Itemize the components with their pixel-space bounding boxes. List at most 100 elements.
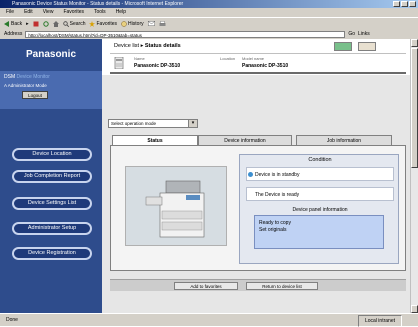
tab-status[interactable]: Status	[112, 135, 198, 145]
history-button[interactable]: History	[121, 21, 144, 27]
search-icon	[62, 20, 69, 27]
breadcrumb: Device list ▸ Status details	[114, 43, 181, 49]
address-bar: Address http://localhost/DSM/status.html…	[0, 29, 418, 39]
search-button[interactable]: Search	[62, 20, 86, 27]
condition-title: Condition	[308, 157, 332, 163]
main-content: Device list ▸ Status details Name Panaso…	[102, 39, 410, 313]
menu-help[interactable]: Help	[116, 8, 126, 17]
name-label: Name	[134, 56, 145, 61]
window-controls	[393, 1, 416, 7]
menubar: File Edit View Favorites Tools Help	[0, 8, 418, 17]
stop-icon	[33, 21, 39, 26]
forward-button[interactable]: ▸	[26, 21, 29, 27]
copier-image	[126, 167, 226, 245]
scroll-down-button[interactable]	[411, 305, 418, 313]
page-header: Device list ▸ Status details Name Panaso…	[102, 39, 410, 75]
close-button[interactable]	[409, 1, 416, 7]
browser-toolbar: Back ▸ Search Favorites History	[0, 17, 418, 29]
tab-device-information[interactable]: Device information	[198, 135, 292, 145]
search-label: Search	[69, 20, 86, 27]
menu-file[interactable]: File	[6, 8, 14, 17]
location-label: Location	[220, 56, 236, 61]
home-button[interactable]	[52, 20, 59, 27]
scroll-up-button[interactable]	[411, 39, 418, 47]
app-title: DSM Device Monitor	[4, 74, 50, 80]
operation-mode-select[interactable]: Select operation mode ▾	[108, 119, 198, 128]
back-button[interactable]: Back	[4, 20, 23, 27]
menu-favorites[interactable]: Favorites	[63, 8, 84, 17]
app-title-part1: DSM	[4, 74, 16, 80]
print-button[interactable]	[159, 20, 166, 27]
window-titlebar: Panasonic Device Status Monitor - Status…	[0, 0, 418, 8]
header-underline	[110, 72, 406, 74]
history-icon	[121, 20, 127, 27]
security-zone: Local intranet	[357, 315, 402, 327]
address-input[interactable]: http://localhost/DSM/status.html?id=DP-3…	[25, 30, 346, 38]
minimize-button[interactable]	[393, 1, 400, 7]
history-label: History	[128, 20, 144, 27]
device-photo	[125, 166, 227, 246]
maximize-button[interactable]	[401, 1, 408, 7]
nav-device-settings-list[interactable]: Device Settings List	[12, 197, 92, 210]
panel-info-line-1: Ready to copy	[259, 220, 291, 226]
status-bar: Done Local intranet	[0, 313, 418, 327]
panel-info-box: Ready to copy Set originals	[254, 215, 384, 249]
address-label: Address	[4, 31, 23, 37]
panasonic-logo: Panasonic	[25, 49, 77, 60]
nav-administrator-setup[interactable]: Administrator Setup	[12, 222, 92, 235]
app-info-panel: DSM Device Monitor A Administrator Mode …	[0, 71, 102, 109]
condition-text-1: Device is in standby	[255, 172, 300, 178]
nav-device-location[interactable]: Device Location	[12, 148, 92, 161]
chevron-down-icon: ▾	[188, 120, 197, 127]
tab-job-information[interactable]: Job information	[296, 135, 392, 145]
forward-icon: ▸	[26, 20, 29, 27]
printer-icon	[114, 57, 124, 69]
scroll-thumb[interactable]	[411, 48, 418, 168]
status-panel: Condition Device is in standby The Devic…	[110, 145, 406, 271]
condition-row-standby: Device is in standby	[246, 167, 394, 181]
bottom-action-bar: Add to favorites Return to device list	[110, 279, 406, 291]
panel-info-line-2: Set originals	[259, 227, 287, 233]
panel-info-title: Device panel information	[292, 207, 348, 213]
return-to-device-list-button[interactable]: Return to device list	[246, 282, 318, 290]
back-label: Back	[11, 20, 23, 27]
home-icon	[52, 20, 59, 27]
refresh-status-button[interactable]	[334, 42, 352, 51]
model-value: Panasonic DP-3510	[242, 63, 289, 69]
nav-job-completion-report[interactable]: Job Completion Report	[12, 170, 92, 183]
menu-view[interactable]: View	[43, 8, 54, 17]
name-value: Panasonic DP-3510	[134, 63, 181, 69]
menu-tools[interactable]: Tools	[94, 8, 106, 17]
nav-device-registration[interactable]: Device Registration	[12, 247, 92, 260]
condition-row-ready: The Device is ready	[246, 187, 394, 201]
tab-bar: Status Device information Job informatio…	[102, 135, 410, 145]
mode-text: A Administrator Mode	[4, 83, 47, 88]
links-button[interactable]: Links	[358, 31, 370, 37]
logout-button[interactable]: Logout	[22, 91, 48, 99]
breadcrumb-device-list[interactable]: Device list ▸	[114, 43, 143, 49]
help-button[interactable]	[358, 42, 376, 51]
app-title-part2: Device Monitor	[16, 74, 50, 80]
refresh-icon	[42, 20, 49, 27]
back-icon	[4, 20, 9, 27]
go-button[interactable]: Go	[348, 31, 355, 37]
operation-mode-value: Select operation mode	[111, 121, 157, 126]
status-dot-icon	[248, 172, 253, 177]
vertical-scrollbar[interactable]	[410, 39, 418, 313]
favorites-label: Favorites	[96, 20, 118, 27]
favorites-button[interactable]: Favorites	[89, 20, 118, 27]
refresh-button[interactable]	[42, 20, 49, 27]
window-title: Panasonic Device Status Monitor - Status…	[12, 1, 184, 7]
add-to-favorites-button[interactable]: Add to favorites	[174, 282, 238, 290]
status-text: Done	[6, 317, 18, 323]
header-divider	[110, 53, 406, 54]
mail-button[interactable]	[147, 21, 155, 26]
mail-icon	[147, 21, 155, 26]
model-label: Model name	[242, 56, 265, 61]
print-icon	[159, 20, 166, 26]
page-viewport: Panasonic DSM Device Monitor A Administr…	[0, 39, 410, 313]
menu-edit[interactable]: Edit	[24, 8, 33, 17]
stop-button[interactable]	[33, 21, 39, 27]
condition-text-2: The Device is ready	[255, 192, 300, 198]
page-title: Status details	[144, 43, 181, 49]
